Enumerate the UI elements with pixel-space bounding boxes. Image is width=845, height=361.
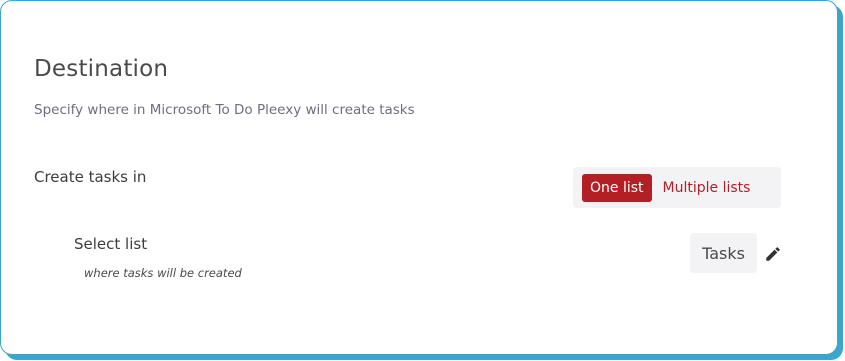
create-tasks-segmented-control: One list Multiple lists xyxy=(573,167,781,208)
select-list-label: Select list xyxy=(74,235,148,253)
create-tasks-label: Create tasks in xyxy=(34,168,147,186)
section-subtitle: Specify where in Microsoft To Do Pleexy … xyxy=(34,102,415,118)
destination-card: Destination Specify where in Microsoft T… xyxy=(0,0,838,355)
one-list-option[interactable]: One list xyxy=(582,173,652,202)
multiple-lists-option[interactable]: Multiple lists xyxy=(659,174,755,202)
selected-list-value[interactable]: Tasks xyxy=(690,233,757,273)
section-title: Destination xyxy=(34,56,169,82)
pencil-icon[interactable] xyxy=(764,245,782,263)
select-list-hint: where tasks will be created xyxy=(84,266,242,280)
